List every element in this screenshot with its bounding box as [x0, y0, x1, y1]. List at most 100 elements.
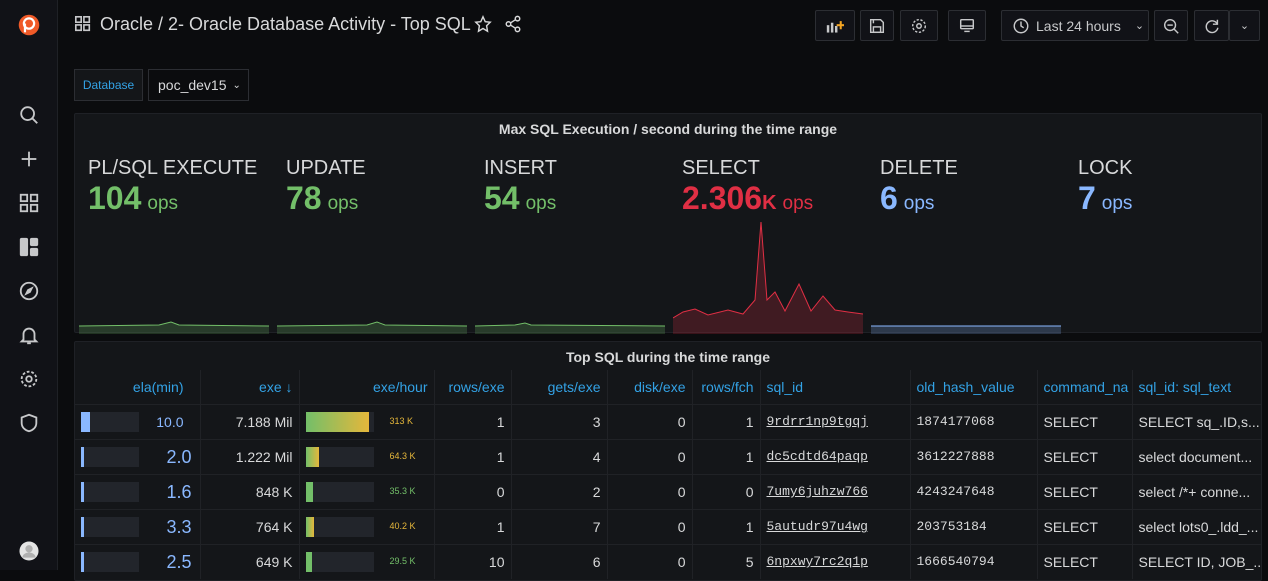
- stat-sparkline: [871, 325, 1061, 334]
- explore-compass-icon[interactable]: [14, 276, 44, 306]
- database-variable-select[interactable]: poc_dev15 ⌄: [148, 69, 249, 101]
- table-row[interactable]: 1.6 848 K 35.3 K 0 2 0 0 7umy6juhzw766 424324764…: [75, 473, 1261, 509]
- sql-id-link[interactable]: 6npxwy7rc2q1p: [760, 543, 911, 579]
- ela-value: 3.3: [166, 516, 192, 537]
- stat-unit: ops: [525, 193, 557, 214]
- ela-cell: 2.0: [75, 438, 201, 474]
- panel-title[interactable]: Max SQL Execution / second during the ti…: [75, 121, 1261, 137]
- exe-cell: 764 K: [200, 508, 300, 544]
- sql-text-cell[interactable]: SELECT sq_.ID,s...: [1132, 403, 1261, 439]
- sql-id-text[interactable]: 5autudr97u4wg: [767, 519, 868, 534]
- command-cell: SELECT: [1037, 473, 1133, 509]
- sparkline-area: [475, 323, 665, 334]
- exe-hour-gauge: 40.2 K: [305, 516, 428, 537]
- add-panel-button[interactable]: [815, 10, 855, 41]
- stat-number: 54: [484, 180, 520, 216]
- dashboard-grid-icon: [74, 15, 94, 35]
- table-row[interactable]: 3.3 764 K 40.2 K 1 7 0 1 5autudr97u4wg 203753184…: [75, 508, 1261, 544]
- save-dashboard-button[interactable]: [860, 10, 894, 41]
- table-row[interactable]: 10.0 7.188 Mil 313 K 1 3 0 1 9rdrr1np9tgqj 18741…: [75, 403, 1261, 439]
- column-header[interactable]: disk/exe: [607, 370, 693, 404]
- time-range-picker[interactable]: Last 24 hours ⌄: [1001, 10, 1149, 41]
- library-panels-icon[interactable]: [14, 232, 44, 262]
- exe-hour-value: 313 K: [389, 415, 414, 426]
- column-header[interactable]: sql_id: [760, 370, 911, 404]
- sql-id-link[interactable]: 7umy6juhzw766: [760, 473, 911, 509]
- rows-exe-cell: 1: [434, 508, 512, 544]
- sql-id-text[interactable]: dc5cdtd64paqp: [767, 449, 868, 464]
- column-header[interactable]: gets/exe: [511, 370, 608, 404]
- sql-text-cell[interactable]: SELECT ID, JOB_...: [1132, 543, 1261, 579]
- rows-exe-cell: 1: [434, 403, 512, 439]
- user-avatar[interactable]: [14, 536, 44, 566]
- settings-gear-button[interactable]: [900, 10, 938, 41]
- dashboards-icon[interactable]: [14, 188, 44, 218]
- gauge-track: [81, 516, 139, 537]
- stat-value: 2.306K ops: [682, 180, 813, 217]
- column-header[interactable]: rows/fch: [692, 370, 761, 404]
- old-hash-cell: 1666540794: [910, 543, 1038, 579]
- sql-text-cell[interactable]: select /*+ conne...: [1132, 473, 1261, 509]
- column-header[interactable]: command_na: [1037, 370, 1133, 404]
- sql-text-cell[interactable]: select document...: [1132, 438, 1261, 474]
- table-row[interactable]: 2.5 649 K 29.5 K 10 6 0 5 6npxwy7rc2q1p 16665407…: [75, 543, 1261, 579]
- exe-hour-cell: 35.3 K: [299, 473, 435, 509]
- stat-value: 7 ops: [1078, 180, 1132, 217]
- stat-sparkline: [673, 221, 863, 334]
- star-icon[interactable]: [474, 15, 492, 38]
- column-header[interactable]: exe ↓: [200, 370, 300, 404]
- ela-gauge: 1.6: [81, 481, 194, 502]
- exe-hour-cell: 40.2 K: [299, 508, 435, 544]
- configuration-gear-icon[interactable]: [14, 364, 44, 394]
- column-header[interactable]: ela(min): [75, 370, 201, 404]
- tv-mode-button[interactable]: [948, 10, 986, 41]
- table-row[interactable]: 2.0 1.222 Mil 64.3 K 1 4 0 1 dc5cdtd64paqp 36122…: [75, 438, 1261, 474]
- top-sql-panel: Top SQL during the time range ela(min) ex…: [74, 341, 1262, 581]
- server-admin-shield-icon[interactable]: [14, 408, 44, 438]
- sql-id-link[interactable]: 9rdrr1np9tgqj: [760, 403, 911, 439]
- sql-id-link[interactable]: 5autudr97u4wg: [760, 508, 911, 544]
- stat-unit: ops: [903, 193, 935, 214]
- exe-hour-cell: 29.5 K: [299, 543, 435, 579]
- rows-fch-cell: 0: [692, 473, 761, 509]
- rows-fch-cell: 1: [692, 508, 761, 544]
- sidebar: [0, 0, 58, 570]
- sql-id-text[interactable]: 9rdrr1np9tgqj: [767, 414, 868, 429]
- gauge-fill: [81, 411, 90, 432]
- old-hash-cell: 3612227888: [910, 438, 1038, 474]
- refresh-button[interactable]: [1194, 10, 1229, 41]
- column-header[interactable]: old_hash_value: [910, 370, 1038, 404]
- column-header[interactable]: sql_id: sql_text: [1132, 370, 1261, 404]
- sql-id-text[interactable]: 6npxwy7rc2q1p: [767, 554, 868, 569]
- stat-value: 54 ops: [484, 180, 556, 217]
- ela-value: 10.0: [156, 413, 184, 430]
- alerting-bell-icon[interactable]: [14, 320, 44, 350]
- column-header[interactable]: exe/hour: [299, 370, 435, 404]
- exe-cell: 649 K: [200, 543, 300, 579]
- gauge-track: [81, 446, 139, 467]
- chevron-down-icon: ⌄: [1239, 20, 1250, 32]
- column-header[interactable]: rows/exe: [434, 370, 512, 404]
- grafana-logo-icon[interactable]: [14, 10, 44, 40]
- sql-id-text[interactable]: 7umy6juhzw766: [767, 484, 868, 499]
- share-icon[interactable]: [504, 15, 522, 38]
- gets-exe-cell: 6: [511, 543, 608, 579]
- top-navbar: Oracle / 2- Oracle Database Activity - T…: [58, 0, 1268, 52]
- panel-title[interactable]: Top SQL during the time range: [75, 349, 1261, 365]
- create-plus-icon[interactable]: [14, 144, 44, 174]
- sql-id-link[interactable]: dc5cdtd64paqp: [760, 438, 911, 474]
- disk-exe-cell: 0: [607, 508, 693, 544]
- refresh-interval-dropdown[interactable]: ⌄: [1229, 10, 1260, 41]
- breadcrumb[interactable]: Oracle / 2- Oracle Database Activity - T…: [100, 14, 471, 35]
- exe-hour-gauge: 29.5 K: [305, 551, 428, 572]
- exe-cell: 848 K: [200, 473, 300, 509]
- ela-gauge: 2.5: [81, 551, 194, 572]
- search-icon[interactable]: [14, 100, 44, 130]
- sql-text-cell[interactable]: select lots0_.ldd_...: [1132, 508, 1261, 544]
- old-hash-cell: 203753184: [910, 508, 1038, 544]
- zoom-out-button[interactable]: [1154, 10, 1188, 41]
- stat-number: 7: [1078, 180, 1096, 216]
- exe-hour-value: 29.5 K: [389, 555, 416, 566]
- ela-cell: 3.3: [75, 508, 201, 544]
- ela-gauge: 10.0: [81, 411, 194, 432]
